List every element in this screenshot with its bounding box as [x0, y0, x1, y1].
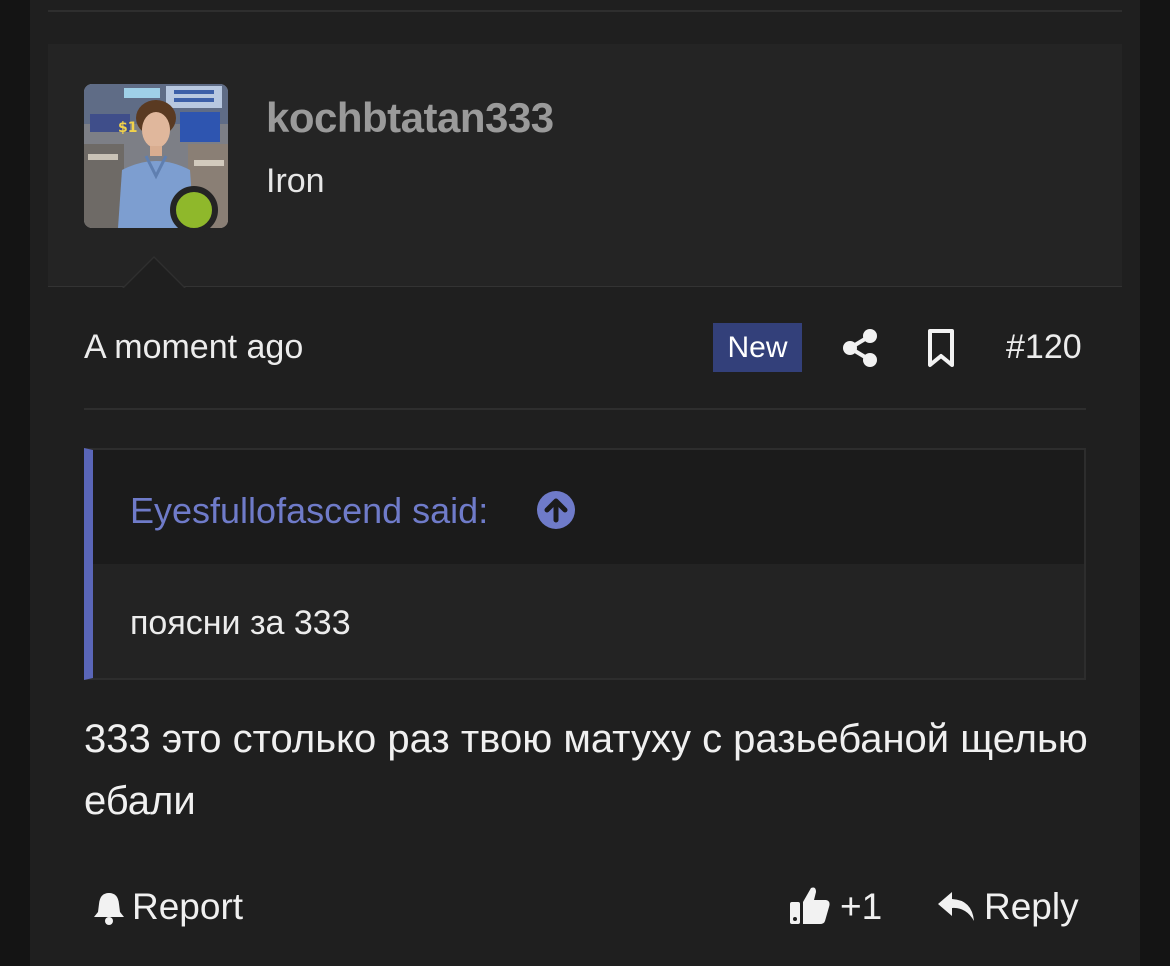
quote-author[interactable]: Eyesfullofascend said:: [130, 490, 488, 532]
quote-text: поясни за 333: [130, 604, 351, 642]
reply-button[interactable]: Reply: [984, 886, 1079, 928]
bell-icon[interactable]: [92, 890, 126, 926]
quote-header[interactable]: Eyesfullofascend said:: [93, 450, 1084, 564]
post-message: 333 это столько раз твою матуху с разьеб…: [84, 717, 1088, 823]
quote-block: Eyesfullofascend said: поясни за 333: [84, 448, 1086, 680]
share-icon[interactable]: [842, 328, 878, 368]
bookmark-icon[interactable]: [926, 328, 956, 368]
thumbs-up-icon[interactable]: [788, 884, 832, 926]
svg-text:$1: $1: [118, 120, 137, 136]
online-status-indicator: [170, 186, 218, 234]
user-title: Iron: [266, 162, 325, 200]
divider: [48, 10, 1122, 12]
new-badge: New: [713, 323, 802, 372]
page: $1 kochbtatan333 Iron A moment ago New #…: [0, 0, 1170, 966]
post-timestamp[interactable]: A moment ago: [84, 328, 303, 367]
report-button[interactable]: Report: [132, 886, 243, 928]
post-number-link[interactable]: #120: [1006, 328, 1082, 367]
username[interactable]: kochbtatan333: [266, 94, 554, 142]
divider: [84, 408, 1086, 410]
like-count[interactable]: +1: [840, 886, 882, 928]
reply-icon[interactable]: [936, 888, 976, 924]
post-card: $1 kochbtatan333 Iron A moment ago New #…: [30, 0, 1140, 966]
arrow-up-circle-icon[interactable]: [536, 490, 576, 530]
